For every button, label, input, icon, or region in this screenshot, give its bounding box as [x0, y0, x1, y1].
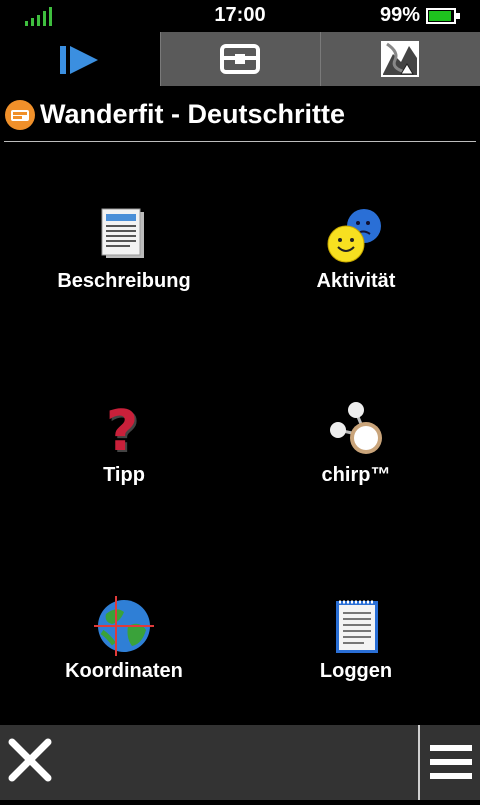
menu-item-label: Beschreibung — [57, 270, 191, 292]
menu-item-beschreibung[interactable]: Beschreibung — [24, 206, 224, 293]
status-bar: 17:00 99% — [0, 0, 480, 32]
play-next-icon — [60, 46, 98, 74]
menu-item-tipp[interactable]: ? ? Tipp — [24, 400, 224, 487]
divider — [4, 141, 476, 142]
menu-item-chirp[interactable]: chirp™ — [256, 400, 456, 487]
close-button[interactable] — [0, 725, 60, 800]
geocache-logo-icon — [5, 100, 35, 130]
battery-icon — [426, 8, 460, 24]
menu-item-label: Tipp — [103, 464, 145, 486]
hamburger-menu-icon — [430, 745, 472, 779]
menu-item-label: Aktivität — [316, 270, 396, 292]
chirp-icon — [330, 402, 382, 454]
menu-item-loggen[interactable]: Loggen — [256, 596, 456, 683]
document-icon — [101, 208, 144, 258]
menu-item-aktivitaet[interactable]: Aktivität — [256, 206, 456, 293]
bottom-bar — [0, 725, 480, 800]
question-mark-icon: ? ? — [106, 400, 140, 460]
tab-map[interactable] — [320, 32, 480, 86]
menu-button[interactable] — [420, 725, 480, 800]
cache-header: Wanderfit - Deutschritte — [0, 94, 480, 134]
globe-crosshair-icon — [94, 596, 154, 656]
tab-bar — [0, 32, 480, 86]
notepad-icon — [336, 600, 378, 653]
tab-treasure[interactable] — [160, 32, 320, 86]
page-title: Wanderfit - Deutschritte — [40, 99, 346, 129]
treasure-chest-icon — [220, 44, 260, 74]
close-icon — [8, 738, 52, 782]
menu-item-label: Koordinaten — [65, 660, 183, 682]
battery-percent: 99% — [379, 4, 420, 26]
menu-item-label: Loggen — [319, 660, 393, 682]
menu-item-label: chirp™ — [321, 464, 391, 486]
menu-item-koordinaten[interactable]: Koordinaten — [24, 596, 224, 683]
smiley-faces-icon — [327, 209, 381, 263]
svg-text:?: ? — [106, 400, 138, 460]
map-route-icon — [381, 41, 419, 77]
tab-cache-menu[interactable] — [0, 32, 160, 86]
